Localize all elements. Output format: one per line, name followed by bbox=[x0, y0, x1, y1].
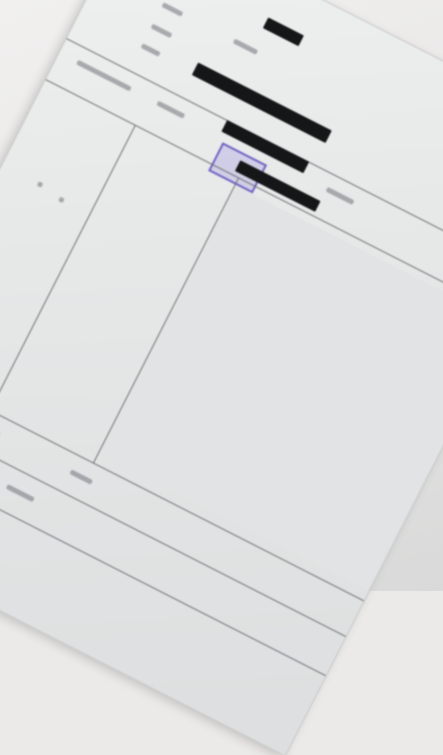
info-row-smudge bbox=[76, 60, 132, 92]
mark-smudge bbox=[37, 181, 44, 188]
content-area bbox=[100, 186, 443, 589]
document-page bbox=[0, 0, 443, 755]
column-divider bbox=[0, 125, 136, 411]
field-label-smudge bbox=[141, 43, 161, 57]
redaction-bar bbox=[192, 62, 332, 143]
info-row-smudge bbox=[326, 187, 355, 205]
field-label-smudge bbox=[161, 2, 183, 16]
info-row-smudge bbox=[156, 101, 185, 119]
field-label-smudge bbox=[151, 24, 173, 38]
footer-smudge bbox=[69, 469, 93, 484]
footer-smudge bbox=[6, 484, 35, 502]
mark-smudge bbox=[58, 196, 65, 203]
field-value-smudge bbox=[233, 39, 258, 55]
redaction-bar bbox=[263, 17, 304, 46]
